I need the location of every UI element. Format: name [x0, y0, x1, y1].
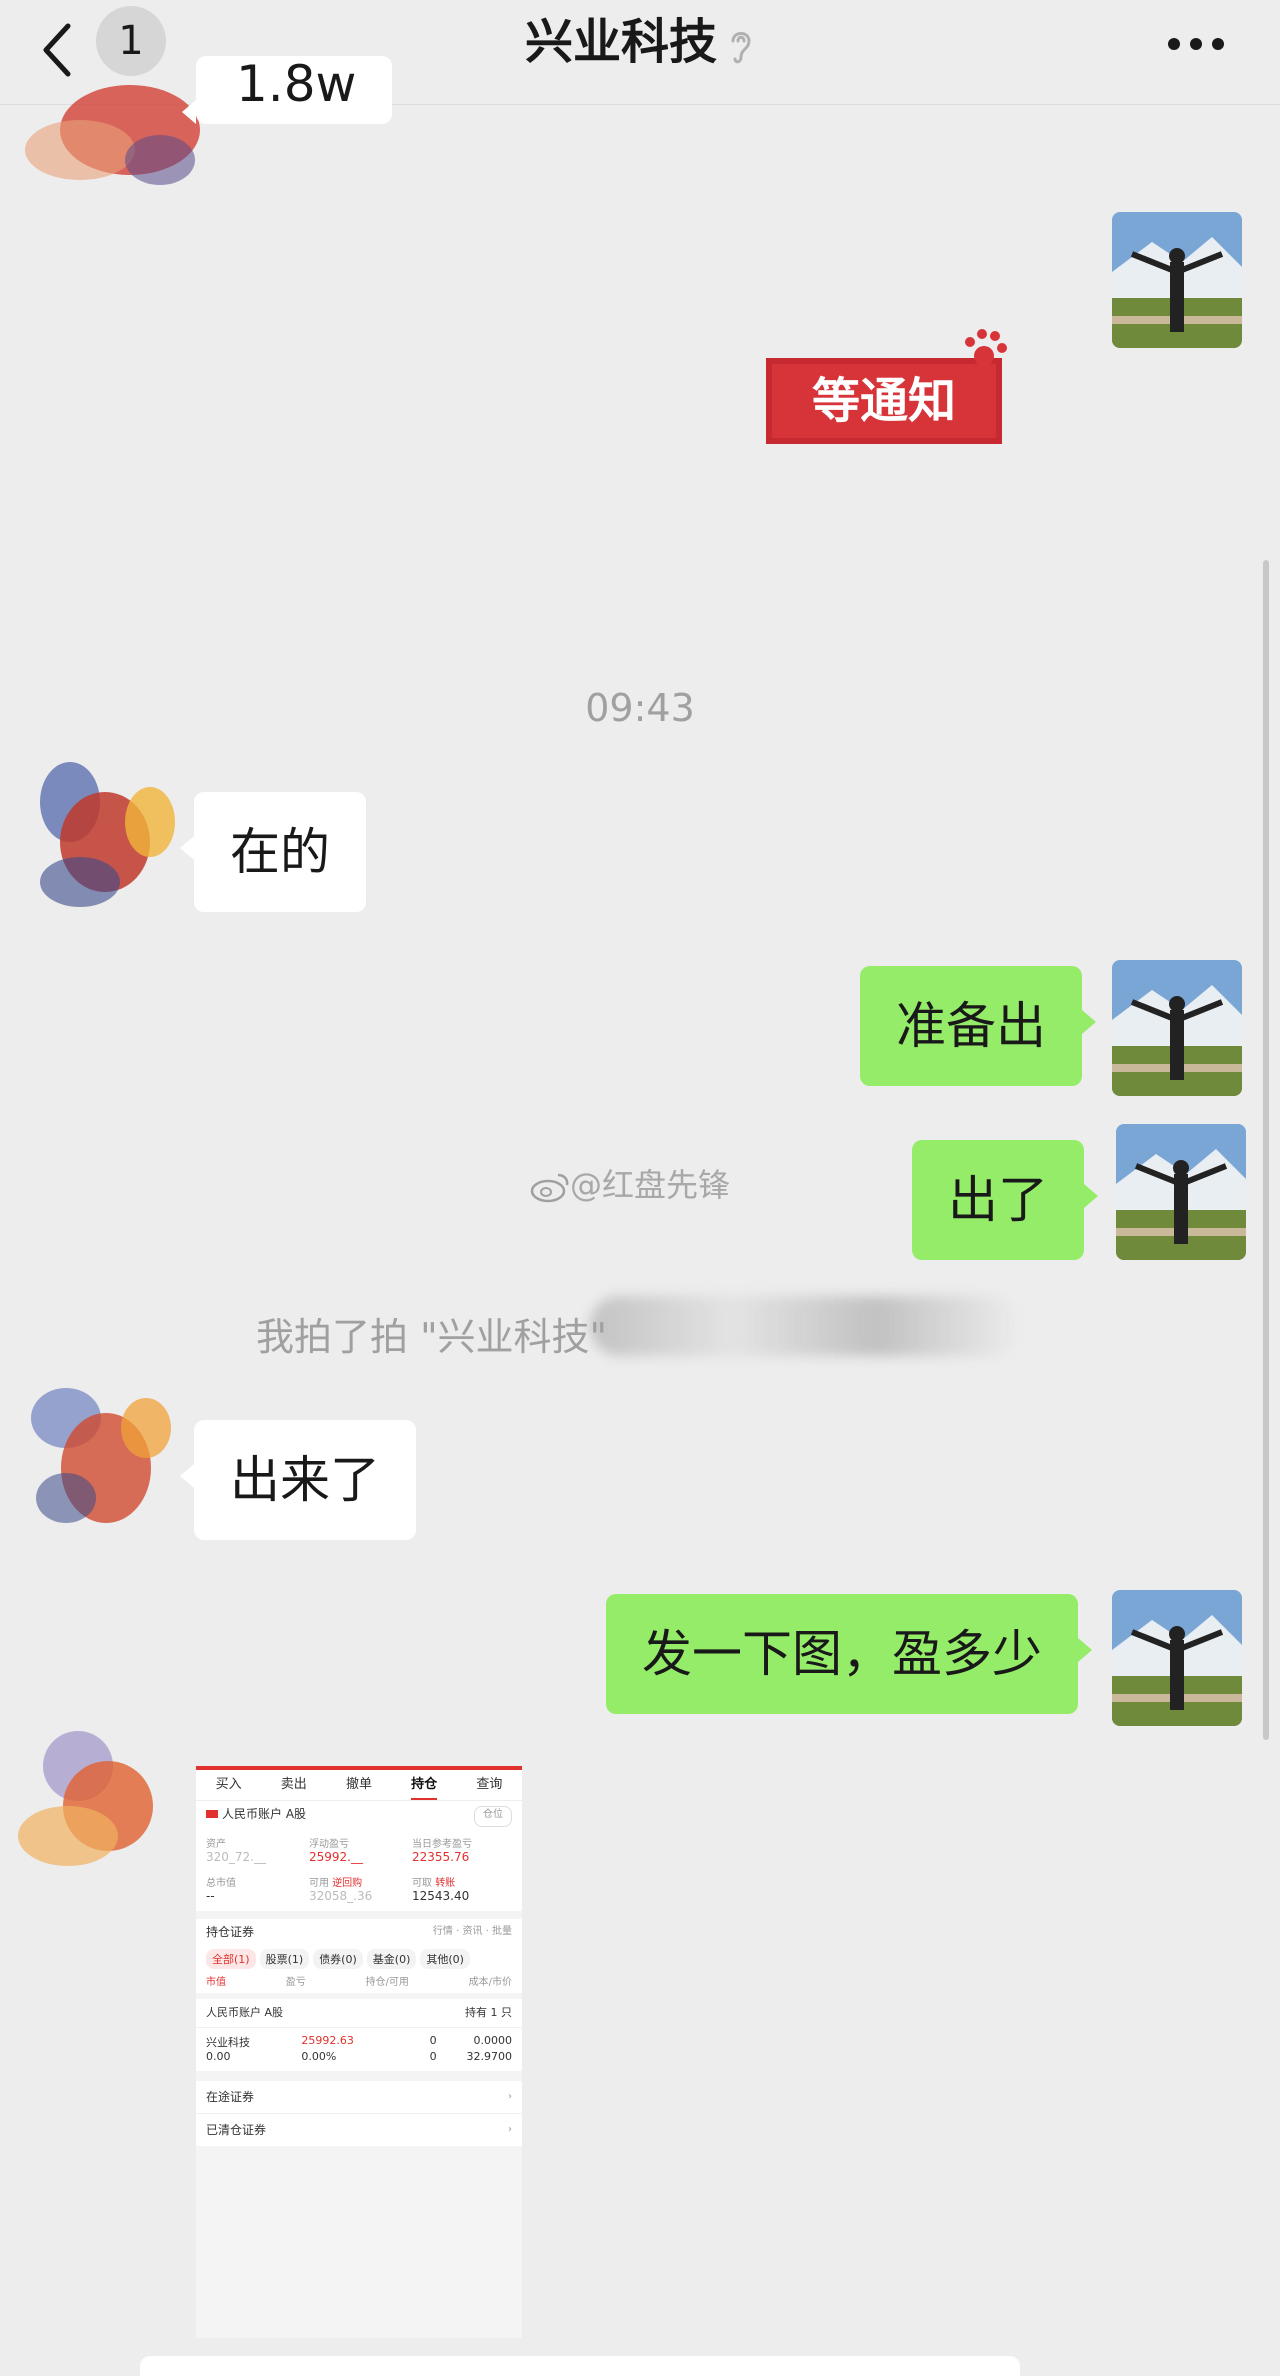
withdrawable-value: 12543.40	[412, 1889, 470, 1903]
weibo-watermark: @红盘先锋	[530, 1160, 730, 1206]
in-transit-link: 在途证券	[206, 2090, 255, 2104]
available-value: 32058_.36	[309, 1889, 373, 1903]
transfer-tag: 转账	[435, 1878, 456, 1889]
tab-sell: 卖出	[280, 1777, 307, 1792]
message-text: 在的	[230, 823, 330, 881]
stamp-text: 等通知	[811, 373, 956, 429]
self-avatar[interactable]	[1112, 212, 1242, 348]
stock-cost: 0.0000	[473, 2034, 512, 2047]
float-pnl-value: 25992.__	[309, 1850, 363, 1864]
self-avatar[interactable]	[1112, 1590, 1242, 1726]
quote-action: 行情	[432, 1926, 453, 1937]
assets-label: 资产	[206, 1839, 226, 1850]
account-label: 人民币账户 A股	[222, 1807, 307, 1821]
message-text: 发一下图，盈多少	[642, 1625, 1042, 1683]
stock-available: 0	[429, 2050, 437, 2063]
stock-name: 兴业科技	[206, 2036, 250, 2049]
withdrawable-label: 可取	[412, 1878, 432, 1889]
holdings-title: 持仓证券	[206, 1925, 255, 1939]
message-text: 出了	[948, 1171, 1048, 1229]
contact-avatar-blurred[interactable]	[8, 1716, 178, 1886]
input-bar-edge	[140, 2356, 1020, 2376]
day-pnl-value: 22355.76	[412, 1850, 470, 1864]
message-text: 1.8w	[236, 55, 357, 113]
col-position: 持仓/可用	[365, 1977, 409, 1988]
market-value: --	[206, 1889, 215, 1903]
self-avatar[interactable]	[1116, 1124, 1246, 1260]
contact-avatar-blurred[interactable]	[10, 752, 180, 922]
broker-tabs: 买入 卖出 撤单 持仓 查询	[196, 1770, 522, 1801]
reverse-repo-tag: 逆回购	[332, 1878, 363, 1889]
message-bubble-in[interactable]: 在的	[180, 792, 366, 912]
col-cost: 成本/市价	[468, 1977, 512, 1988]
group-label: 人民币账户 A股	[206, 2006, 284, 2019]
stock-pnl: 25992.63	[301, 2034, 354, 2047]
stock-pnl-pct: 0.00%	[301, 2050, 337, 2063]
paw-icon	[965, 329, 1007, 366]
message-bubble-out[interactable]: 出了	[912, 1140, 1098, 1260]
float-pnl-label: 浮动盈亏	[309, 1839, 349, 1850]
col-pnl: 盈亏	[285, 1977, 306, 1988]
batch-action: 批量	[492, 1926, 512, 1937]
available-label: 可用	[309, 1878, 329, 1889]
flag-icon	[206, 1810, 218, 1818]
filter-all: 全部(1)	[206, 1949, 256, 1969]
earpiece-mode-icon	[731, 32, 751, 64]
chat-title: 兴业科技	[0, 12, 1280, 72]
day-pnl-label: 当日参考盈亏	[412, 1839, 472, 1850]
assets-value: 320_72.__	[206, 1850, 266, 1864]
time-divider: 09:43	[585, 686, 695, 730]
message-bubble-in[interactable]: 出来了	[180, 1420, 416, 1540]
shared-screenshot-image[interactable]: 买入 卖出 撤单 持仓 查询 人民币账户 A股 仓位 资产 320_72.__ 浮…	[196, 1766, 522, 2338]
pat-system-notice: 我拍了拍 "兴业科技"	[256, 1306, 607, 1361]
tab-cancel: 撤单	[345, 1777, 372, 1792]
market-value-label: 总市值	[206, 1878, 236, 1889]
contact-avatar-blurred[interactable]	[6, 1368, 176, 1538]
filter-funds: 基金(0)	[366, 1949, 417, 1969]
filter-stocks: 股票(1)	[259, 1949, 310, 1969]
filter-other: 其他(0)	[420, 1949, 470, 1969]
stock-position: 0	[429, 2034, 437, 2047]
weibo-icon	[530, 1173, 569, 1203]
message-text: 出来了	[230, 1451, 380, 1509]
position-button: 仓位	[474, 1806, 512, 1827]
filter-bonds: 债券(0)	[313, 1949, 363, 1969]
tab-query: 查询	[476, 1777, 503, 1792]
system-notice-text: 我拍了拍 "兴业科技"	[256, 1315, 608, 1359]
more-options-icon[interactable]	[1166, 36, 1226, 52]
message-text: 准备出	[896, 997, 1046, 1055]
message-bubble-partial[interactable]: 1.8w	[181, 55, 393, 124]
contact-avatar-blurred[interactable]	[10, 70, 200, 190]
message-bubble-out[interactable]: 准备出	[860, 966, 1096, 1086]
news-action: 资讯	[462, 1926, 483, 1937]
stock-value: 0.00	[206, 2050, 231, 2063]
chat-title-text: 兴业科技	[524, 14, 717, 70]
watermark-text: @红盘先锋	[570, 1166, 731, 1204]
message-bubble-out[interactable]: 发一下图，盈多少	[606, 1594, 1092, 1714]
stock-price: 32.9700	[466, 2050, 512, 2063]
cleared-link: 已清仓证券	[206, 2123, 267, 2137]
tab-buy: 买入	[215, 1777, 242, 1792]
group-count: 持有 1 只	[465, 2006, 512, 2019]
tab-holdings: 持仓	[411, 1770, 438, 1800]
scrollbar[interactable]	[1263, 560, 1269, 1740]
blurred-region	[590, 1296, 1020, 1356]
col-market-value: 市值	[206, 1977, 226, 1988]
self-avatar[interactable]	[1112, 960, 1242, 1096]
